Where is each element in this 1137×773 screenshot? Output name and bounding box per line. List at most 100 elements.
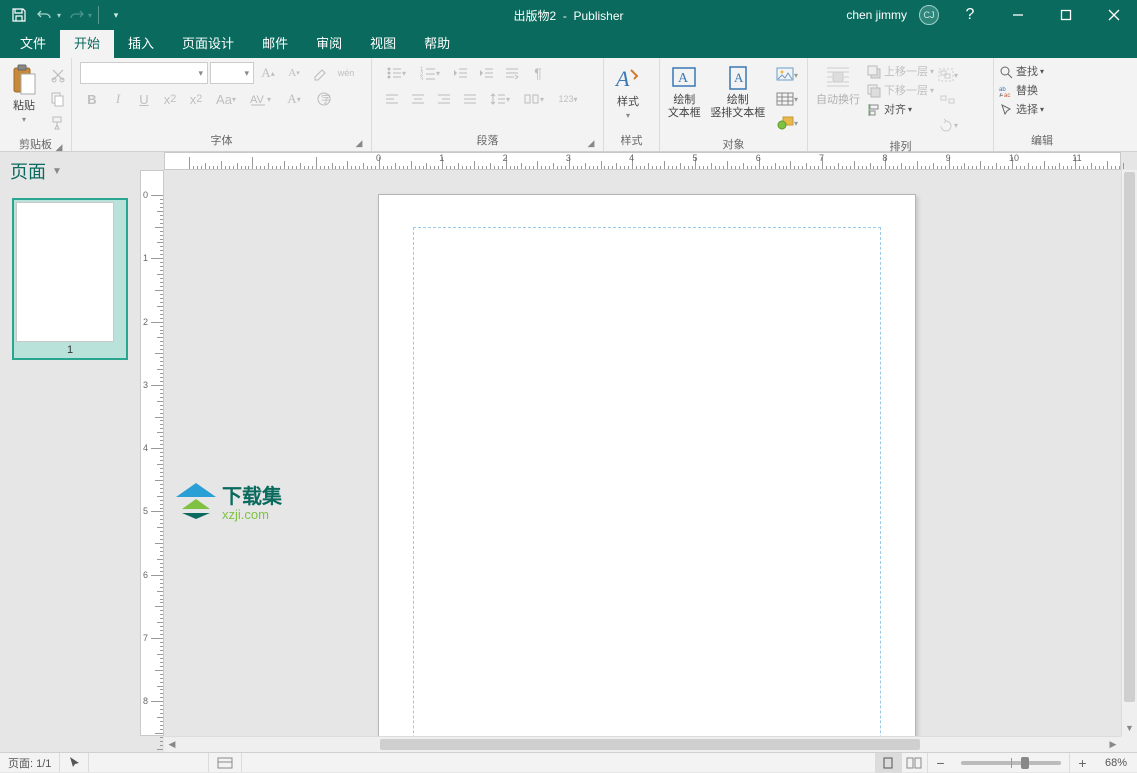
columns-icon[interactable]: ▾ bbox=[518, 88, 550, 110]
zoom-slider[interactable] bbox=[961, 761, 1061, 765]
align-center-icon[interactable] bbox=[406, 88, 430, 110]
paste-button[interactable]: 粘贴▾ bbox=[4, 62, 44, 127]
download-logo-icon bbox=[176, 483, 216, 519]
zoom-in-icon[interactable]: + bbox=[1069, 753, 1095, 773]
horizontal-scrollbar[interactable]: ◀ ▶ bbox=[164, 736, 1121, 752]
format-painter-icon[interactable] bbox=[46, 112, 70, 134]
vertical-textbox-button[interactable]: A 绘制 竖排文本框 bbox=[707, 62, 769, 121]
group-paragraph-label: 段落◢ bbox=[376, 130, 599, 151]
group-styles-label: 样式 bbox=[608, 130, 655, 151]
underline-icon[interactable]: U bbox=[132, 88, 156, 110]
title-bar: ▾ ▾ ▾ 出版物2 - Publisher chen jimmy CJ ? bbox=[0, 0, 1137, 30]
find-button[interactable]: 查找 ▾ bbox=[998, 64, 1044, 80]
avatar[interactable]: CJ bbox=[919, 5, 939, 25]
clear-format-icon[interactable] bbox=[308, 62, 332, 84]
tab-insert[interactable]: 插入 bbox=[114, 27, 168, 58]
close-icon[interactable] bbox=[1091, 0, 1137, 30]
tab-help[interactable]: 帮助 bbox=[410, 27, 464, 58]
table-icon[interactable]: ▾ bbox=[771, 88, 803, 110]
vertical-scrollbar[interactable]: ▲ ▼ bbox=[1121, 170, 1137, 736]
customize-qat-icon[interactable]: ▾ bbox=[105, 4, 127, 26]
paragraph-launcher-icon[interactable]: ◢ bbox=[585, 137, 597, 149]
single-page-view-icon[interactable] bbox=[875, 753, 901, 773]
bold-icon[interactable]: B bbox=[80, 88, 104, 110]
subscript-icon[interactable]: x2 bbox=[158, 88, 182, 110]
svg-text:A: A bbox=[734, 70, 744, 85]
document-workarea: 01234567891011 012345678 ▲ ▼ ◀ ▶ bbox=[140, 152, 1137, 752]
copy-icon[interactable] bbox=[46, 88, 70, 110]
ungroup-icon[interactable] bbox=[936, 89, 960, 111]
margin-guide bbox=[413, 227, 881, 736]
font-color-icon[interactable]: A▾ bbox=[278, 88, 310, 110]
horizontal-ruler[interactable]: 01234567891011 bbox=[164, 152, 1121, 170]
align-objects-button[interactable]: 对齐 ▾ bbox=[866, 102, 934, 118]
watermark-title: 下载集 bbox=[222, 480, 282, 509]
help-icon[interactable]: ? bbox=[947, 0, 993, 30]
zoom-level[interactable]: 68% bbox=[1095, 757, 1137, 769]
bullets-icon[interactable]: ▾ bbox=[380, 62, 412, 84]
zoom-out-icon[interactable]: − bbox=[927, 753, 953, 773]
wrap-text-button[interactable]: 自动换行 bbox=[812, 62, 864, 109]
picture-icon[interactable]: ▾ bbox=[771, 64, 803, 86]
redo-icon[interactable] bbox=[65, 4, 87, 26]
char-spacing-icon[interactable]: AV▾ bbox=[244, 88, 276, 110]
font-name-combo[interactable]: ▾ bbox=[80, 62, 208, 84]
enclose-char-icon[interactable]: 字 bbox=[312, 88, 336, 110]
object-position bbox=[89, 753, 209, 772]
align-left-icon[interactable] bbox=[380, 88, 404, 110]
increase-indent-icon[interactable] bbox=[474, 62, 498, 84]
tab-mailings[interactable]: 邮件 bbox=[248, 27, 302, 58]
svg-text:AV: AV bbox=[250, 94, 265, 106]
line-spacing-icon[interactable]: ▾ bbox=[484, 88, 516, 110]
undo-icon[interactable] bbox=[34, 4, 56, 26]
tab-review[interactable]: 审阅 bbox=[302, 27, 356, 58]
change-case-icon[interactable]: Aa▾ bbox=[210, 88, 242, 110]
user-name[interactable]: chen jimmy bbox=[846, 8, 911, 22]
group-icon[interactable]: ▾ bbox=[936, 64, 960, 86]
shrink-font-icon[interactable]: A▾ bbox=[282, 62, 306, 84]
numbering-icon[interactable]: 123▾ bbox=[414, 62, 446, 84]
tab-pagedesign[interactable]: 页面设计 bbox=[168, 27, 248, 58]
superscript-icon[interactable]: x2 bbox=[184, 88, 208, 110]
pages-panel-header[interactable]: 页面▼ bbox=[0, 152, 140, 190]
align-right-icon[interactable] bbox=[432, 88, 456, 110]
italic-icon[interactable]: I bbox=[106, 88, 130, 110]
cut-icon[interactable] bbox=[46, 64, 70, 86]
font-size-combo[interactable]: ▾ bbox=[210, 62, 254, 84]
maximize-icon[interactable] bbox=[1043, 0, 1089, 30]
tab-home[interactable]: 开始 bbox=[60, 27, 114, 58]
shapes-icon[interactable]: ▾ bbox=[771, 112, 803, 134]
rotate-icon[interactable]: ▾ bbox=[936, 114, 960, 136]
page[interactable] bbox=[378, 194, 916, 736]
send-backward-button[interactable]: 下移一层 ▾ bbox=[866, 83, 934, 99]
vertical-ruler[interactable]: 012345678 bbox=[140, 170, 164, 736]
canvas[interactable] bbox=[164, 170, 1121, 736]
ribbon: 粘贴▾ 剪贴板◢ ▾ ▾ A▴ A▾ wén B I U bbox=[0, 58, 1137, 152]
tab-file[interactable]: 文件 bbox=[6, 27, 60, 58]
phonetic-guide-icon[interactable]: wén bbox=[334, 62, 358, 84]
ribbon-tabs: 文件 开始 插入 页面设计 邮件 审阅 视图 帮助 bbox=[0, 30, 1137, 58]
minimize-icon[interactable] bbox=[995, 0, 1041, 30]
font-launcher-icon[interactable]: ◢ bbox=[353, 137, 365, 149]
grow-font-icon[interactable]: A▴ bbox=[256, 62, 280, 84]
two-page-view-icon[interactable] bbox=[901, 753, 927, 773]
pointer-mode-icon[interactable] bbox=[60, 753, 89, 772]
decrease-indent-icon[interactable] bbox=[448, 62, 472, 84]
styles-button[interactable]: A 样式▾ bbox=[608, 62, 648, 123]
watermark-url: xzji.com bbox=[222, 507, 282, 522]
group-editing-label: 编辑 bbox=[998, 130, 1086, 151]
text-direction-icon[interactable] bbox=[500, 62, 524, 84]
page-thumbnail[interactable]: 1 bbox=[12, 198, 128, 360]
save-icon[interactable] bbox=[8, 4, 30, 26]
page-indicator[interactable]: 页面: 1/1 bbox=[0, 753, 60, 772]
draw-textbox-button[interactable]: A 绘制 文本框 bbox=[664, 62, 705, 121]
bring-forward-button[interactable]: 上移一层 ▾ bbox=[866, 64, 934, 80]
orientation-icon[interactable]: 123▾ bbox=[552, 88, 584, 110]
tab-view[interactable]: 视图 bbox=[356, 27, 410, 58]
replace-button[interactable]: abac替换 bbox=[998, 83, 1044, 99]
watermark: 下载集 xzji.com bbox=[176, 480, 282, 522]
show-marks-icon[interactable]: ¶ bbox=[526, 62, 550, 84]
object-size-icon bbox=[209, 753, 242, 772]
select-button[interactable]: 选择 ▾ bbox=[998, 102, 1044, 118]
justify-icon[interactable] bbox=[458, 88, 482, 110]
